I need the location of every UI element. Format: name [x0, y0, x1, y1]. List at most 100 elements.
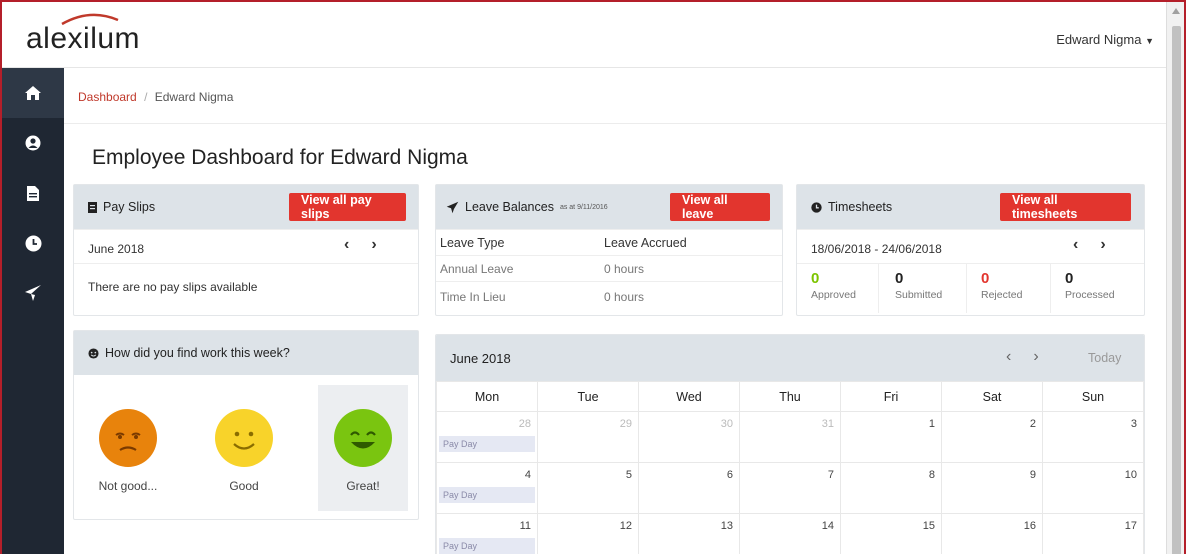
- plane-icon: [446, 201, 459, 213]
- event-payday[interactable]: Pay Day: [439, 487, 535, 503]
- day-number: 3: [1130, 418, 1137, 430]
- calendar-day[interactable]: 1: [840, 411, 942, 463]
- mood-option-great[interactable]: Great!: [318, 385, 408, 511]
- sidebar: [2, 68, 64, 554]
- day-number: 30: [720, 418, 733, 430]
- calendar-prev-icon[interactable]: ‹: [1006, 348, 1011, 366]
- day-number: 9: [1029, 469, 1036, 481]
- stat-label: Approved: [811, 289, 856, 301]
- calendar-next-icon[interactable]: ›: [1033, 348, 1038, 366]
- day-number: 1: [928, 418, 935, 430]
- timesheets-range-row: 18/06/2018 - 24/06/2018 ‹ ›: [797, 229, 1144, 263]
- view-all-timesheets-button[interactable]: View all timesheets: [1000, 193, 1131, 221]
- leave-row: Time In Lieu 0 hours: [436, 281, 782, 307]
- calendar-day[interactable]: 9: [941, 462, 1043, 514]
- sidebar-item-profile[interactable]: [2, 118, 64, 168]
- breadcrumb: Dashboard / Edward Nigma: [64, 68, 1166, 124]
- calendar-today-button[interactable]: Today: [1088, 351, 1121, 365]
- mood-header: How did you find work this week?: [74, 331, 418, 375]
- leave-type: Annual Leave: [440, 262, 514, 276]
- calendar-day[interactable]: 31: [739, 411, 841, 463]
- view-all-leave-button[interactable]: View all leave: [670, 193, 770, 221]
- top-bar: alexilum Edward Nigma ▼: [2, 2, 1166, 68]
- calendar-weekday-row: Mon Tue Wed Thu Fri Sat Sun: [436, 381, 1144, 412]
- leave-type: Time In Lieu: [440, 290, 506, 304]
- smile-icon: [88, 347, 99, 359]
- calendar-day[interactable]: 15: [840, 513, 942, 554]
- payslips-prev-icon[interactable]: ‹: [344, 236, 349, 254]
- view-all-payslips-button[interactable]: View all pay slips: [289, 193, 406, 221]
- page-scrollbar[interactable]: [1166, 2, 1184, 554]
- payslips-panel: Pay Slips View all pay slips June 2018 ‹…: [73, 184, 419, 316]
- payslips-empty-row: There are no pay slips available: [74, 263, 418, 313]
- day-number: 12: [619, 520, 632, 532]
- sidebar-item-home[interactable]: [2, 68, 64, 118]
- timesheets-prev-icon[interactable]: ‹: [1073, 236, 1078, 254]
- calendar-day[interactable]: 30: [638, 411, 740, 463]
- day-number: 7: [827, 469, 834, 481]
- sidebar-item-leave[interactable]: [2, 268, 64, 318]
- calendar-day[interactable]: 3: [1042, 411, 1144, 463]
- calendar-day[interactable]: 6: [638, 462, 740, 514]
- calendar-grid: Mon Tue Wed Thu Fri Sat Sun 28 Pay Day 29…: [436, 381, 1144, 554]
- plane-icon: [25, 285, 41, 301]
- logo[interactable]: alexilum: [26, 22, 140, 56]
- payslips-month-row: June 2018 ‹ ›: [74, 229, 418, 263]
- weekday-header: Thu: [739, 381, 841, 412]
- timesheets-stat: 0 Approved: [797, 264, 879, 313]
- leave-row: Annual Leave 0 hours: [436, 255, 782, 281]
- mood-label: Good: [229, 479, 259, 493]
- calendar-day[interactable]: 28 Pay Day: [436, 411, 538, 463]
- calendar-week-row: 4 Pay Day 5 6 7 8 9 10: [436, 462, 1144, 514]
- calendar-day[interactable]: 29: [537, 411, 639, 463]
- timesheets-stats-row: 0 Approved 0 Submitted 0 Rejected 0 Proc…: [797, 263, 1144, 313]
- event-payday[interactable]: Pay Day: [439, 436, 535, 452]
- calendar-day[interactable]: 2: [941, 411, 1043, 463]
- calendar-week-row: 11 Pay Day 12 13 14 15 16 17: [436, 513, 1144, 554]
- leave-panel: Leave Balances as at 9/11/2016 View all …: [435, 184, 783, 316]
- mood-option-good[interactable]: Good: [198, 385, 290, 511]
- calendar-day[interactable]: 7: [739, 462, 841, 514]
- user-menu[interactable]: Edward Nigma ▼: [1056, 32, 1154, 47]
- calendar-day[interactable]: 10: [1042, 462, 1144, 514]
- user-name: Edward Nigma: [1056, 32, 1142, 47]
- mood-panel: How did you find work this week? Not goo…: [73, 330, 419, 520]
- calendar-month: June 2018: [450, 351, 511, 366]
- leave-col-type: Leave Type: [440, 236, 505, 250]
- caret-down-icon: ▼: [1145, 36, 1154, 46]
- sidebar-item-documents[interactable]: [2, 168, 64, 218]
- calendar-day[interactable]: 14: [739, 513, 841, 554]
- calendar-day[interactable]: 12: [537, 513, 639, 554]
- timesheets-stat: 0 Processed: [1051, 264, 1143, 313]
- calendar-week-row: 28 Pay Day 29 30 31 1 2 3: [436, 411, 1144, 463]
- mood-option-not-good[interactable]: Not good...: [82, 385, 174, 511]
- calendar-day[interactable]: 17: [1042, 513, 1144, 554]
- timesheets-next-icon[interactable]: ›: [1100, 236, 1105, 254]
- breadcrumb-link-dashboard[interactable]: Dashboard: [78, 90, 137, 104]
- scroll-up-icon[interactable]: [1172, 8, 1180, 14]
- grin-face-icon: [334, 409, 392, 467]
- calendar-day[interactable]: 8: [840, 462, 942, 514]
- stat-label: Rejected: [981, 289, 1023, 301]
- payslips-header: Pay Slips View all pay slips: [74, 185, 418, 229]
- event-payday[interactable]: Pay Day: [439, 538, 535, 554]
- stat-value: 0: [895, 270, 904, 287]
- payslips-next-icon[interactable]: ›: [371, 236, 376, 254]
- calendar-day[interactable]: 4 Pay Day: [436, 462, 538, 514]
- calendar-day[interactable]: 11 Pay Day: [436, 513, 538, 554]
- weekday-header: Sat: [941, 381, 1043, 412]
- day-number: 17: [1124, 520, 1137, 532]
- sidebar-item-timesheets[interactable]: [2, 218, 64, 268]
- calendar-day[interactable]: 5: [537, 462, 639, 514]
- payslips-month: June 2018: [88, 242, 145, 256]
- weekday-header: Mon: [436, 381, 538, 412]
- day-number: 31: [821, 418, 834, 430]
- timesheets-range: 18/06/2018 - 24/06/2018: [811, 242, 942, 256]
- calendar-day[interactable]: 13: [638, 513, 740, 554]
- timesheets-stat: 0 Rejected: [967, 264, 1051, 313]
- day-number: 5: [625, 469, 632, 481]
- calendar-day[interactable]: 16: [941, 513, 1043, 554]
- scrollbar-thumb[interactable]: [1172, 26, 1181, 554]
- day-number: 29: [619, 418, 632, 430]
- day-number: 2: [1029, 418, 1036, 430]
